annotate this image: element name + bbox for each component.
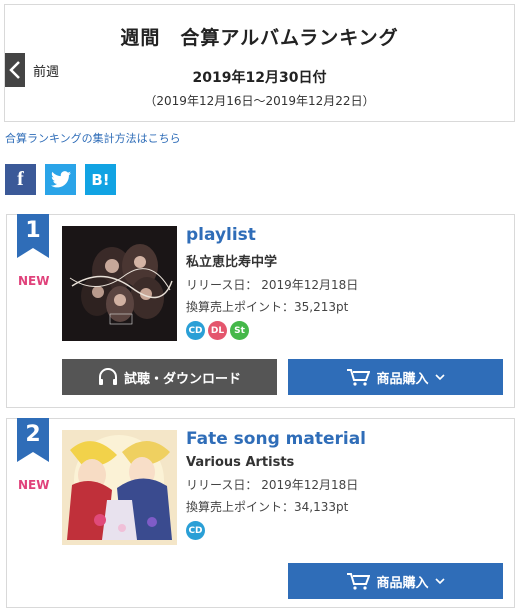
buy-label: 商品購入 <box>376 371 429 387</box>
ranking-header: 週間 合算アルバムランキング 前週 2019年12月30日付 （2019年12月… <box>4 4 515 122</box>
artist-name[interactable]: Various Artists <box>186 455 366 470</box>
hatena-bookmark-button[interactable]: B! <box>85 164 116 195</box>
cart-icon <box>347 573 371 590</box>
facebook-share-button[interactable]: f <box>5 164 36 195</box>
sales-points: 換算売上ポイント：35,213pt <box>186 300 349 314</box>
facebook-icon: f <box>17 168 24 190</box>
buy-button[interactable]: 商品購入 <box>288 563 503 599</box>
album-info: Fate song material Various Artists リリース日… <box>186 429 366 540</box>
buy-button[interactable]: 商品購入 <box>288 359 503 395</box>
twitter-icon <box>50 171 71 188</box>
download-format-icon: DL <box>208 321 227 340</box>
page-title: 週間 合算アルバムランキング <box>120 27 399 49</box>
album-info: playlist 私立恵比寿中学 リリース日： 2019年12月18日 換算売上… <box>186 225 358 340</box>
listen-download-button[interactable]: 試聴・ダウンロード <box>62 359 277 395</box>
format-badges: CD DL St <box>186 321 358 340</box>
release-date: リリース日： 2019年12月18日 <box>186 478 359 492</box>
format-badges: CD <box>186 521 366 540</box>
artist-name[interactable]: 私立恵比寿中学 <box>186 251 358 270</box>
chevron-down-icon <box>434 373 445 380</box>
listen-download-label: 試聴・ダウンロード <box>123 371 241 387</box>
album-title[interactable]: Fate song material <box>186 429 366 449</box>
buy-label: 商品購入 <box>376 575 429 591</box>
ranking-range: （2019年12月16日〜2019年12月22日） <box>144 94 375 108</box>
chevron-down-icon <box>434 577 445 584</box>
ranking-item: 2 NEW Fate song material Various Artists… <box>6 418 515 608</box>
rank-number: 2 <box>25 422 41 447</box>
cart-icon <box>347 369 371 386</box>
cd-format-icon: CD <box>186 521 205 540</box>
sales-points: 換算売上ポイント：34,133pt <box>186 500 349 514</box>
ranking-item: 1 NEW playlist 私立恵比寿中学 リリース日： 2019年12月18… <box>6 214 515 408</box>
headphones-icon <box>98 368 117 385</box>
album-cover[interactable] <box>62 226 177 341</box>
ranking-date: 2019年12月30日付 <box>192 70 327 86</box>
twitter-share-button[interactable] <box>45 164 76 195</box>
rank-number: 1 <box>25 218 41 243</box>
cd-format-icon: CD <box>186 321 205 340</box>
new-badge: NEW <box>18 274 50 288</box>
release-date: リリース日： 2019年12月18日 <box>186 278 359 292</box>
hatena-icon: B! <box>91 170 110 189</box>
method-link[interactable]: 合算ランキングの集計方法はこちら <box>5 130 181 146</box>
album-title[interactable]: playlist <box>186 225 358 245</box>
streaming-format-icon: St <box>230 321 249 340</box>
album-cover[interactable] <box>62 430 177 545</box>
new-badge: NEW <box>18 478 50 492</box>
